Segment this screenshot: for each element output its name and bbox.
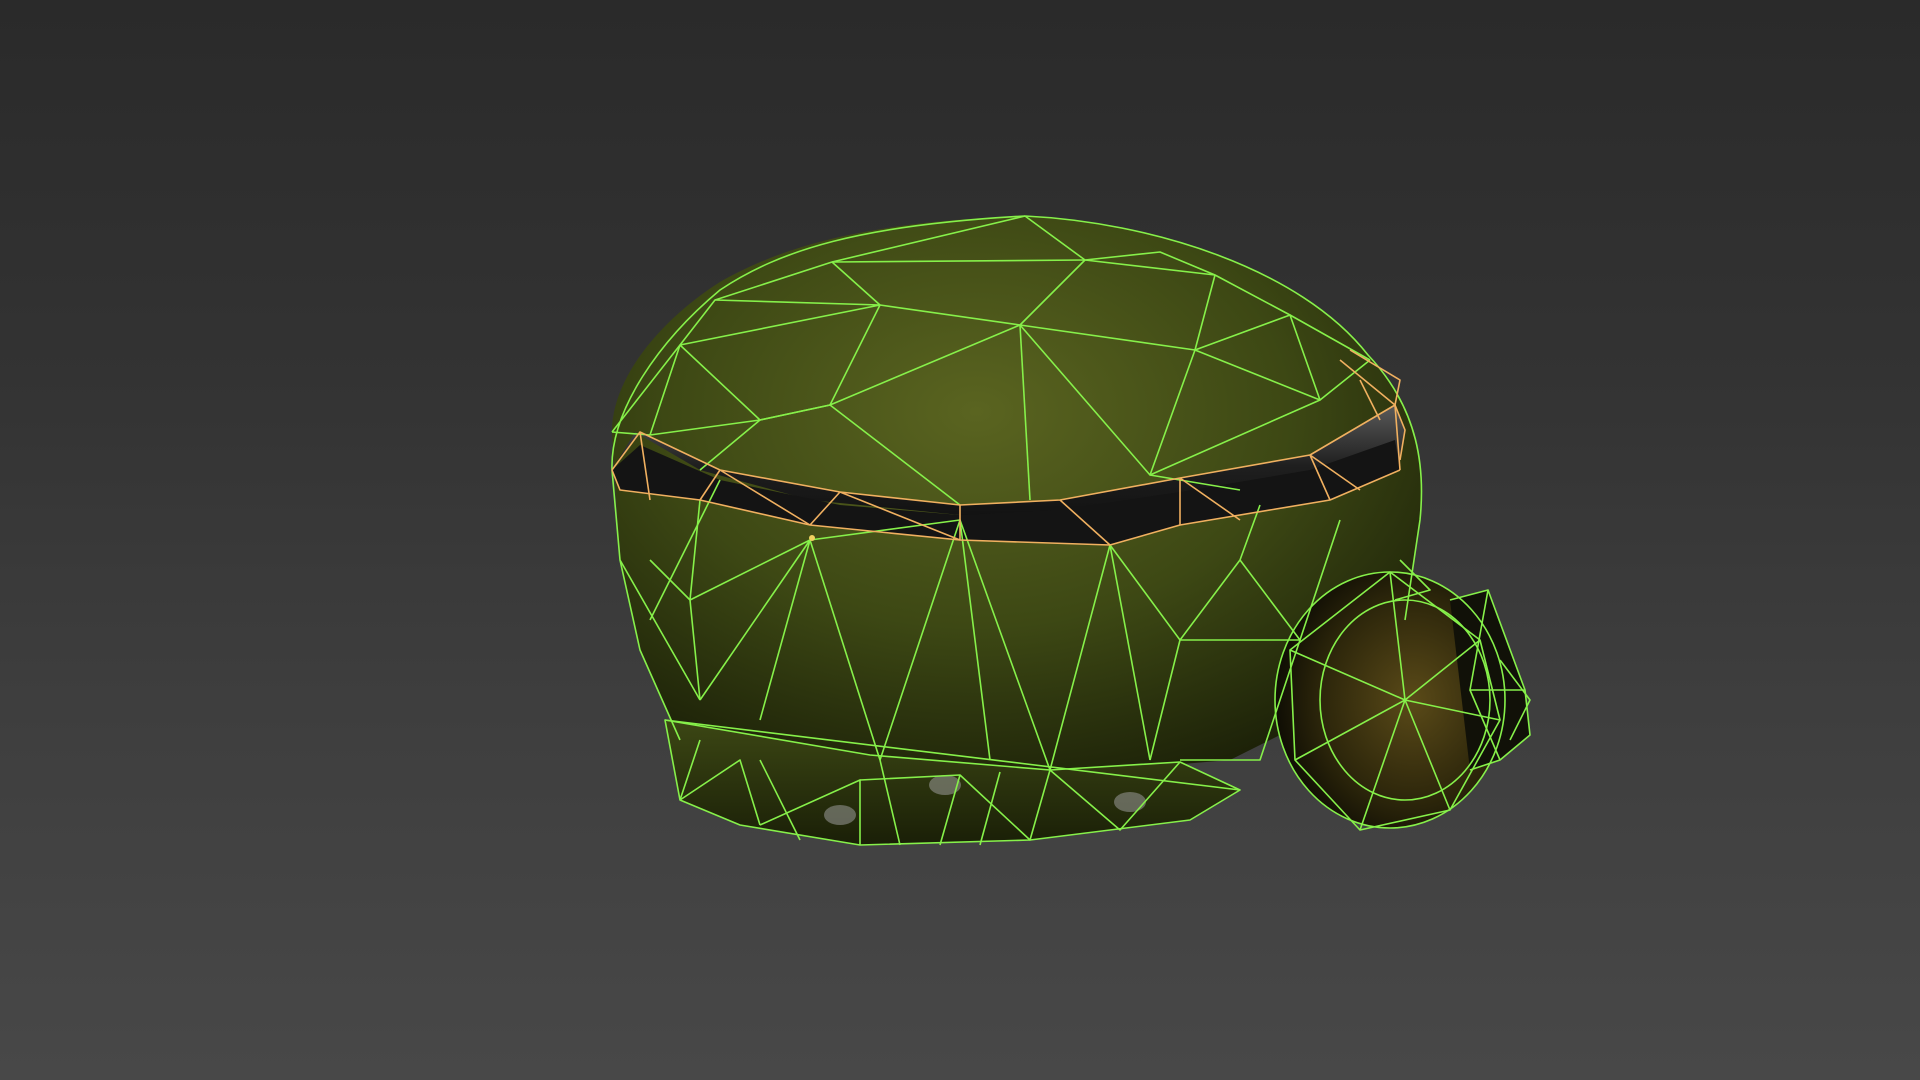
brim-screw [824,805,856,825]
brim-screw [1114,792,1146,812]
selected-vertex [809,535,815,541]
3d-viewport[interactable] [0,0,1920,1080]
brim-screw [929,775,961,795]
helmet-model[interactable] [0,0,1920,1080]
